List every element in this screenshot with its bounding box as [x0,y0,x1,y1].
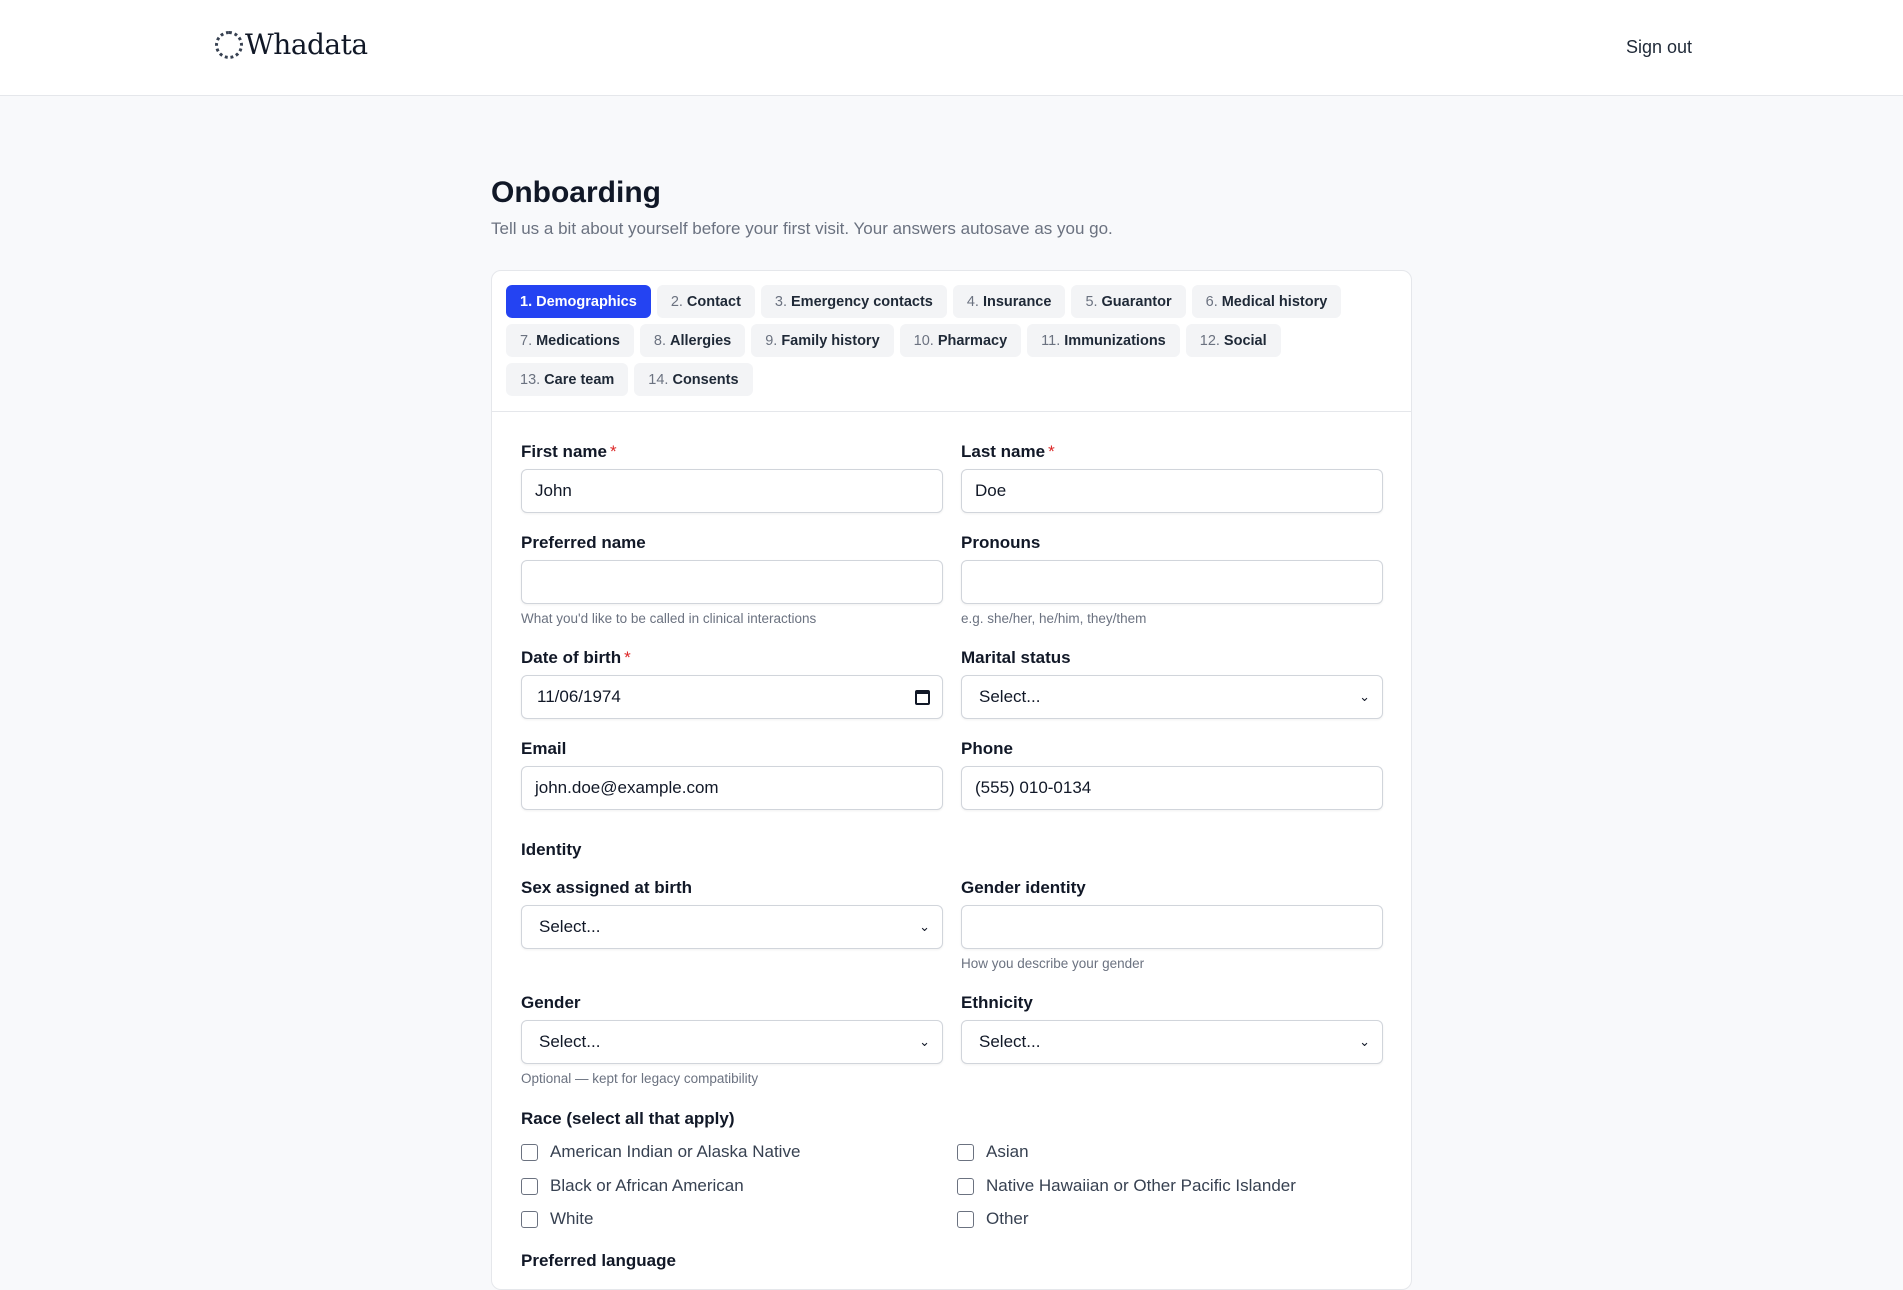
checkbox[interactable] [521,1210,538,1228]
gender-identity-hint: How you describe your gender [961,956,1145,971]
calendar-icon[interactable] [915,689,930,705]
race-option-white[interactable]: White [521,1209,593,1229]
ethnicity-label: Ethnicity [961,993,1033,1012]
last-name-label: Last name * [961,442,1055,461]
race-option-asian[interactable]: Asian [957,1142,1029,1162]
pronouns-label: Pronouns [961,533,1041,552]
marital-status-label: Marital status [961,648,1071,667]
checkbox[interactable] [521,1177,538,1195]
preferred-name-input[interactable] [521,560,943,604]
race-label: Race (select all that apply) [521,1109,735,1128]
tab-social[interactable]: 12. Social [1185,324,1281,357]
page-title: Onboarding [491,176,661,209]
first-name-label: First name * [521,442,617,461]
sex-at-birth-label: Sex assigned at birth [521,878,692,897]
email-label: Email [521,739,567,758]
tab-care-team[interactable]: 13. Care team [506,363,629,396]
preferred-name-label: Preferred name [521,533,646,552]
page-subtitle: Tell us a bit about yourself before your… [491,219,1113,238]
gender-identity-input[interactable] [961,905,1383,949]
tab-insurance[interactable]: 4. Insurance [952,285,1066,318]
tab-allergies[interactable]: 8. Allergies [639,324,746,357]
checkbox[interactable] [957,1177,974,1195]
preferred-language-label: Preferred language [521,1251,676,1270]
tab-divider [492,411,1411,412]
chevron-down-icon: ⌄ [919,1034,930,1049]
marital-status-select[interactable]: Select... ⌄ [961,675,1383,719]
tab-immunizations[interactable]: 11. Immunizations [1027,324,1180,357]
step-tabs: 1. Demographics 2. Contact 3. Emergency con… [506,285,1396,396]
sign-out-button[interactable]: Sign out [1626,37,1692,58]
gender-select[interactable]: Select... ⌄ [521,1020,943,1064]
dob-label: Date of birth * [521,648,631,667]
tab-medications[interactable]: 7. Medications [506,324,634,357]
gender-label: Gender [521,993,581,1012]
race-option-black[interactable]: Black or African American [521,1176,744,1196]
tab-demographics[interactable]: 1. Demographics [506,285,651,318]
chevron-down-icon: ⌄ [1359,689,1370,704]
logo-text: Whadata [245,28,368,61]
pronouns-input[interactable] [961,560,1383,604]
logo-ring-icon [215,30,243,59]
race-option-american-indian[interactable]: American Indian or Alaska Native [521,1142,800,1162]
tab-family-history[interactable]: 9. Family history [751,324,894,357]
top-bar: Whadata Sign out [0,0,1903,96]
first-name-input[interactable]: John [521,469,943,513]
phone-label: Phone [961,739,1013,758]
tab-guarantor[interactable]: 5. Guarantor [1071,285,1186,318]
checkbox[interactable] [957,1143,974,1161]
tab-emergency-contacts[interactable]: 3. Emergency contacts [760,285,947,318]
logo[interactable]: Whadata [215,28,368,61]
tab-pharmacy[interactable]: 10. Pharmacy [899,324,1022,357]
last-name-input[interactable]: Doe [961,469,1383,513]
race-option-native-hawaiian[interactable]: Native Hawaiian or Other Pacific Islande… [957,1176,1296,1196]
gender-identity-label: Gender identity [961,878,1086,897]
ethnicity-select[interactable]: Select... ⌄ [961,1020,1383,1064]
preferred-name-hint: What you'd like to be called in clinical… [521,611,817,626]
race-option-other[interactable]: Other [957,1209,1029,1229]
checkbox[interactable] [957,1210,974,1228]
identity-section-title: Identity [521,840,582,859]
chevron-down-icon: ⌄ [1359,1034,1370,1049]
tab-contact[interactable]: 2. Contact [656,285,755,318]
chevron-down-icon: ⌄ [919,919,930,934]
checkbox[interactable] [521,1143,538,1161]
dob-input[interactable]: 11/06/1974 [521,675,943,719]
tab-consents[interactable]: 14. Consents [634,363,753,396]
pronouns-hint: e.g. she/her, he/him, they/them [961,611,1147,626]
tab-medical-history[interactable]: 6. Medical history [1191,285,1342,318]
sex-at-birth-select[interactable]: Select... ⌄ [521,905,943,949]
phone-input[interactable]: (555) 010-0134 [961,766,1383,810]
gender-hint: Optional — kept for legacy compatibility [521,1071,759,1086]
email-input[interactable]: john.doe@example.com [521,766,943,810]
